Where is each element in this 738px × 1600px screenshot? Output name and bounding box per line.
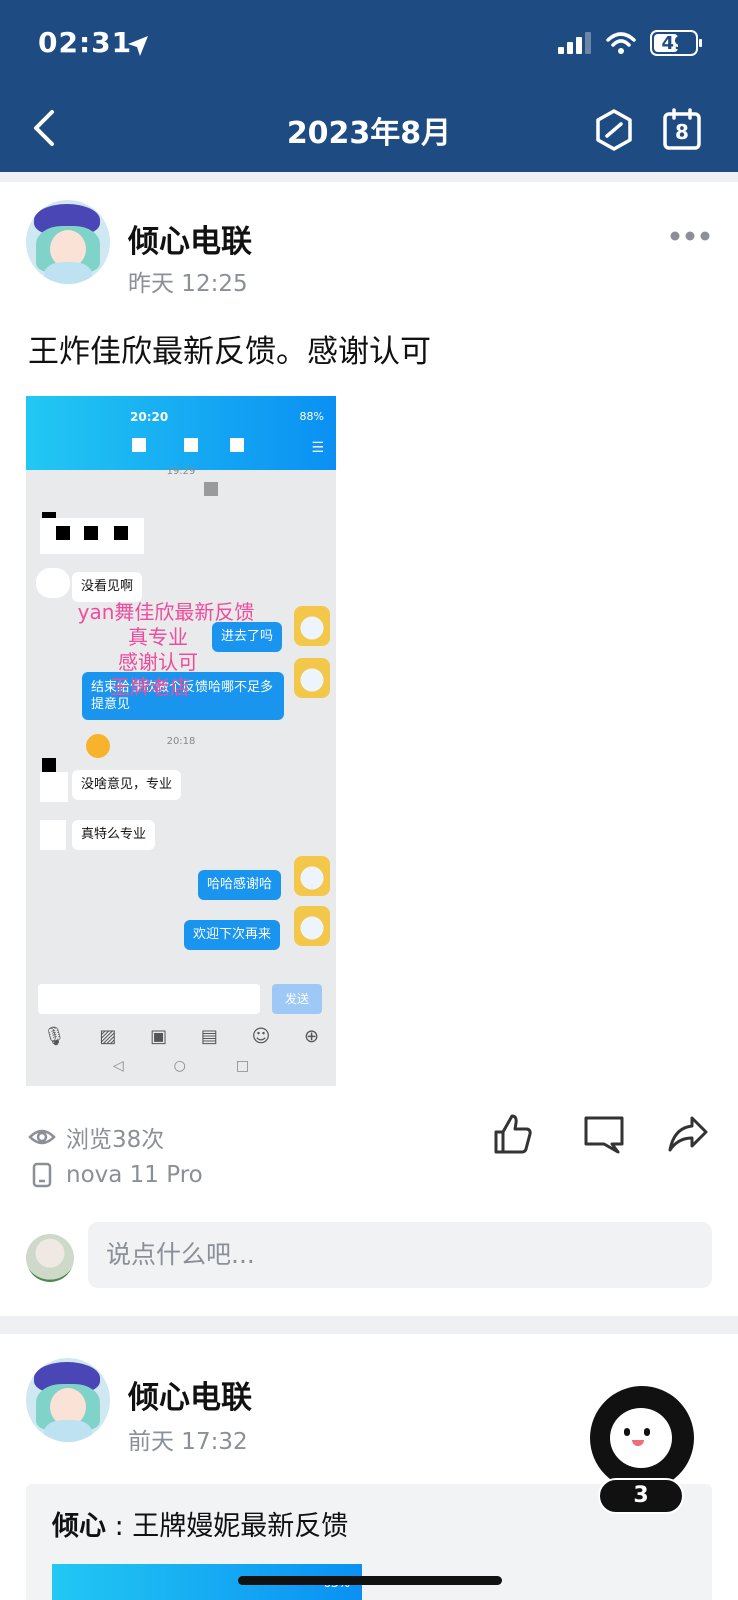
status-time: 02:31	[38, 26, 133, 59]
chat-avatar	[294, 856, 330, 896]
watermark-line: yan舞佳欣最新反馈	[77, 600, 255, 624]
watermark-line: 王牌老店	[110, 675, 190, 699]
device-name: nova 11 Pro	[66, 1162, 203, 1188]
camera-icon: ▣	[150, 1026, 168, 1047]
screenshot-input	[38, 984, 260, 1014]
chat-message: 欢迎下次再来	[184, 920, 281, 950]
status-icons: 49	[558, 30, 702, 56]
post-author[interactable]: 倾心电联	[128, 1372, 252, 1417]
chat-screenshot-header: 20:20 88% ☰	[26, 396, 336, 470]
quote-author: 倾心	[52, 1511, 106, 1542]
smile-icon: ☺	[251, 1026, 271, 1047]
wifi-icon	[606, 32, 636, 54]
watermark-line: 真专业	[128, 625, 188, 649]
chat-message: 真特么专业	[72, 820, 156, 850]
screenshot-battery: 88%	[299, 410, 324, 423]
floating-assistant-button[interactable]	[590, 1386, 694, 1490]
post-text: 王炸佳欣最新反馈。感谢认可	[28, 334, 431, 370]
nav-back-icon: ◁	[112, 1058, 124, 1074]
post-time: 昨天 12:25	[128, 271, 248, 297]
nav-recent-icon: □	[235, 1058, 250, 1074]
screenshot-send-button: 发送	[272, 984, 322, 1014]
phone-icon	[32, 1162, 52, 1188]
eye-icon	[28, 1129, 56, 1145]
home-indicator	[238, 1576, 502, 1585]
post-time: 前天 17:32	[128, 1429, 248, 1455]
screenshot-time: 20:20	[130, 410, 169, 424]
chat-message: 哈哈感谢哈	[198, 870, 282, 900]
chat-timestamp: 19:29	[166, 466, 196, 477]
watermark-line: 感谢认可	[118, 650, 198, 674]
post-image[interactable]: 20:20 88% ☰ 19:29 没看见啊 进去了吗 结束给佳欣做个反馈哈哪不…	[26, 396, 336, 1086]
hexagon-menu-icon[interactable]	[594, 108, 634, 152]
redpacket-icon: ▤	[200, 1026, 218, 1047]
user-avatar[interactable]	[26, 1234, 74, 1282]
mic-icon: 🎙	[42, 1026, 66, 1047]
signal-icon	[558, 32, 591, 54]
view-count: 浏览38次	[28, 1120, 164, 1154]
location-arrow-icon	[128, 36, 148, 56]
share-icon[interactable]	[666, 1112, 710, 1156]
chat-message: 没啥意见，专业	[72, 770, 182, 800]
chat-message: 没看见啊	[72, 572, 143, 602]
calendar-button[interactable]: 8	[662, 108, 702, 150]
more-options-icon[interactable]	[670, 230, 710, 242]
view-count-text: 浏览38次	[66, 1127, 165, 1153]
chat-avatar	[294, 606, 330, 646]
comment-icon[interactable]	[582, 1112, 626, 1156]
battery-icon: 49	[650, 30, 702, 56]
plus-icon: ⊕	[304, 1026, 320, 1047]
screenshot-nav-bar: ◁ ○ □	[26, 1058, 336, 1074]
post-author[interactable]: 倾心电联	[128, 216, 252, 261]
battery-level: 49	[661, 32, 687, 54]
quoted-post-text: 倾心 : 王牌嫚妮最新反馈	[52, 1504, 348, 1543]
calendar-day: 8	[675, 120, 689, 144]
like-icon[interactable]	[490, 1112, 534, 1156]
chat-timestamp: 20:18	[166, 736, 196, 747]
screenshot-toolbar: 🎙 ▨ ▣ ▤ ☺ ⊕	[26, 1026, 336, 1047]
notification-count-badge[interactable]: 3	[598, 1478, 684, 1514]
app-header: 02:31 49 2023年8月 8	[0, 0, 738, 172]
comment-row: 说点什么吧...	[0, 1222, 738, 1292]
nav-home-icon: ○	[173, 1058, 186, 1074]
avatar[interactable]	[26, 200, 110, 284]
device-info: nova 11 Pro	[28, 1162, 203, 1188]
avatar[interactable]	[26, 1358, 110, 1442]
quote-body: 王牌嫚妮最新反馈	[132, 1511, 349, 1542]
quote-separator: :	[106, 1511, 133, 1542]
chat-avatar	[294, 658, 330, 698]
comment-input[interactable]: 说点什么吧...	[88, 1222, 712, 1288]
chat-avatar	[294, 906, 330, 946]
screenshot-menu-icon: ☰	[311, 440, 324, 456]
ghost-icon	[610, 1408, 672, 1468]
image-icon: ▨	[99, 1026, 117, 1047]
